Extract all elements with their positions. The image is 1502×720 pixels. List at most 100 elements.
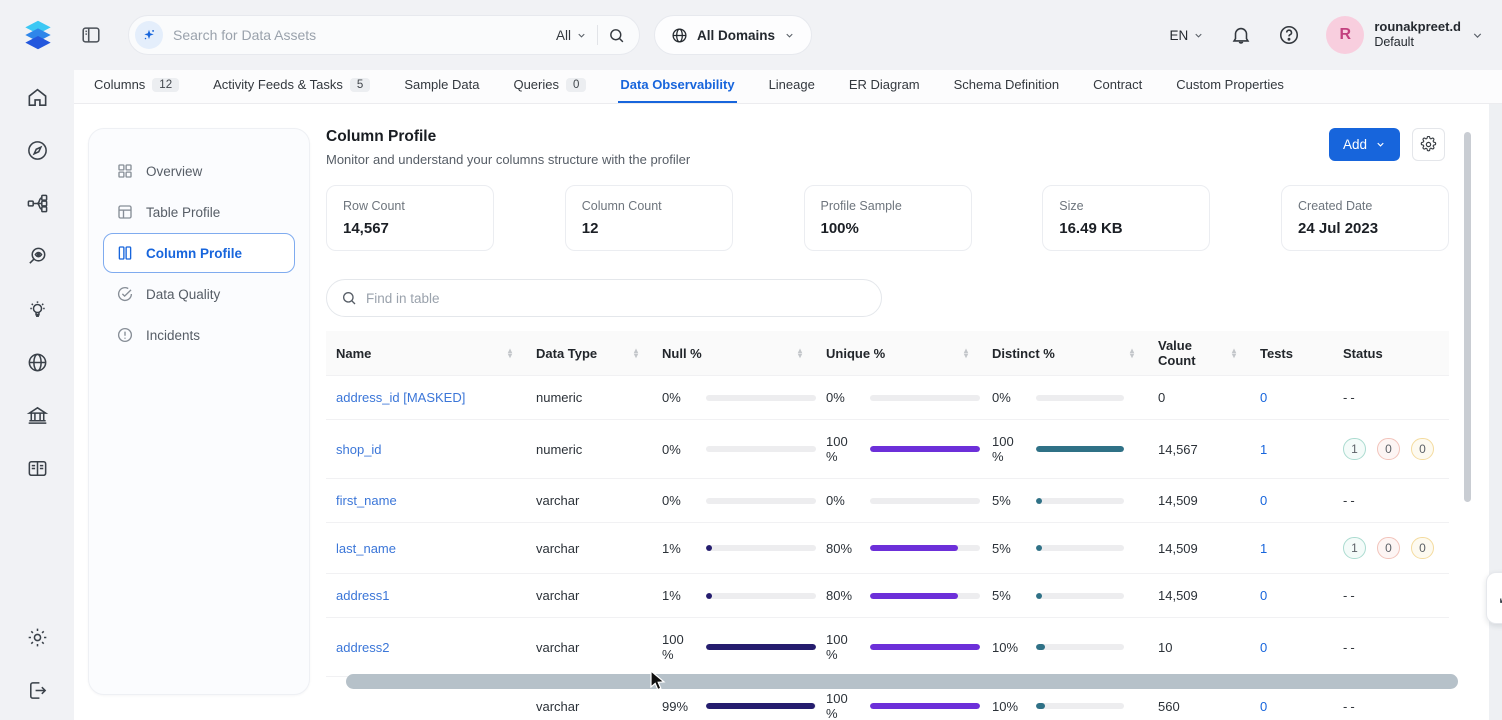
sort-icon[interactable]: ▴▾ [634, 348, 638, 358]
sort-icon[interactable]: ▴▾ [1232, 348, 1236, 358]
help-icon[interactable] [1278, 24, 1300, 46]
governance-bank-icon[interactable] [26, 404, 49, 427]
column-header-label: Unique % [826, 346, 885, 361]
column-header-distinct[interactable]: Distinct %▴▾ [982, 331, 1148, 376]
tests-link[interactable]: 0 [1260, 493, 1267, 508]
distinct-percent-value: 5% [992, 588, 1026, 603]
column-name-link[interactable]: last_name [336, 541, 396, 556]
column-header-data-type[interactable]: Data Type▴▾ [526, 331, 652, 376]
tests-link[interactable]: 0 [1260, 640, 1267, 655]
data-type-value: varchar [536, 588, 579, 603]
vertical-scrollbar[interactable] [1464, 132, 1471, 502]
value-count: 14,509 [1158, 493, 1198, 508]
global-search-bar[interactable]: Search for Data Assets All [128, 15, 640, 55]
search-scope-dropdown[interactable]: All [556, 28, 587, 43]
tab-contract[interactable]: Contract [1091, 71, 1144, 103]
app-page: Search for Data Assets All All Domains E… [0, 0, 1502, 720]
sort-icon[interactable]: ▴▾ [964, 348, 968, 358]
search-input[interactable]: Search for Data Assets [173, 27, 546, 43]
discovery-search-eye-icon[interactable] [26, 245, 49, 268]
column-header-null[interactable]: Null % ▴▾ [652, 331, 816, 376]
table-row[interactable]: first_name varchar 0% 0% 5% 14,509 0 -- [326, 479, 1449, 523]
tests-link[interactable]: 1 [1260, 541, 1267, 556]
domains-globe-icon[interactable] [26, 351, 49, 374]
sort-icon[interactable]: ▴▾ [798, 348, 802, 358]
table-row[interactable]: last_name varchar 1% 80% 5% 14,509 1 100 [326, 523, 1449, 574]
tests-link[interactable]: 1 [1260, 442, 1267, 457]
table-row[interactable]: address2 varchar 100 % 100 % 10% 10 0 -- [326, 618, 1449, 677]
expand-icon [1497, 591, 1502, 606]
tab-data-observability[interactable]: Data Observability [618, 71, 736, 103]
tab-sample-data[interactable]: Sample Data [402, 71, 481, 103]
sidebar-item-incidents[interactable]: Incidents [103, 315, 295, 355]
page-subtitle: Monitor and understand your columns stru… [326, 152, 1449, 167]
avatar[interactable]: R [1326, 16, 1364, 54]
tab-activity-feeds-tasks[interactable]: Activity Feeds & Tasks 5 [211, 71, 372, 103]
unique-percent-bar [870, 395, 980, 401]
logout-icon[interactable] [26, 679, 49, 702]
column-name-link[interactable]: shop_id [336, 442, 382, 457]
column-header-label: Value Count [1158, 338, 1232, 368]
null-percent-value: 0% [662, 493, 696, 508]
sidebar-toggle-icon[interactable] [80, 24, 102, 46]
column-header-value-count[interactable]: Value Count▴▾ [1148, 331, 1250, 376]
column-header-label: Tests [1260, 346, 1293, 361]
table-row[interactable]: address1 varchar 1% 80% 5% 14,509 0 -- [326, 574, 1449, 618]
sort-icon[interactable]: ▴▾ [1130, 348, 1134, 358]
tab-lineage[interactable]: Lineage [767, 71, 817, 103]
tab-schema-definition[interactable]: Schema Definition [952, 71, 1062, 103]
column-name-link[interactable]: address1 [336, 588, 389, 603]
explore-compass-icon[interactable] [26, 139, 49, 162]
tab-custom-properties[interactable]: Custom Properties [1174, 71, 1286, 103]
unique-percent-value: 100 % [826, 434, 860, 464]
tests-link[interactable]: 0 [1260, 588, 1267, 603]
column-header-unique[interactable]: Unique % ▴▾ [816, 331, 982, 376]
sidebar-item-column-profile[interactable]: Column Profile [103, 233, 295, 273]
search-icon[interactable] [608, 27, 625, 44]
column-name-link[interactable]: address2 [336, 640, 389, 655]
distinct-percent-bar [1036, 498, 1124, 504]
find-in-table-input[interactable] [366, 291, 867, 306]
data-type-value: varchar [536, 699, 579, 714]
lineage-icon[interactable] [26, 192, 49, 215]
sidebar-item-table-profile[interactable]: Table Profile [103, 192, 295, 232]
horizontal-scrollbar[interactable] [346, 674, 1458, 689]
profiler-settings-button[interactable] [1412, 128, 1445, 161]
add-button[interactable]: Add [1329, 128, 1400, 161]
column-header-label: Null % [662, 346, 702, 361]
null-percent-value: 1% [662, 541, 696, 556]
expand-panel-button[interactable] [1486, 572, 1502, 624]
domains-dropdown[interactable]: All Domains [654, 15, 812, 55]
chevron-down-icon [576, 30, 587, 41]
find-in-table-search[interactable] [326, 279, 882, 317]
column-name-link[interactable]: first_name [336, 493, 397, 508]
language-dropdown[interactable]: EN [1170, 28, 1205, 43]
status-empty: -- [1343, 588, 1358, 603]
table-row[interactable]: shop_id numeric 0% 100 % 100 % 14,567 1 … [326, 420, 1449, 479]
null-percent-bar [706, 545, 816, 551]
ai-sparkle-icon[interactable] [135, 21, 163, 49]
sort-icon[interactable]: ▴▾ [508, 348, 512, 358]
table-row[interactable]: address_id [MASKED] numeric 0% 0% 0% 0 0… [326, 376, 1449, 420]
home-icon[interactable] [26, 86, 49, 109]
settings-gear-icon[interactable] [26, 626, 49, 649]
tab-er-diagram[interactable]: ER Diagram [847, 71, 922, 103]
column-header-name[interactable]: Name▴▾ [326, 331, 526, 376]
tests-link[interactable]: 0 [1260, 699, 1267, 714]
sidebar-item-overview[interactable]: Overview [103, 151, 295, 191]
tab-queries[interactable]: Queries 0 [511, 71, 588, 103]
insights-bulb-icon[interactable] [26, 298, 49, 321]
chevron-down-icon [784, 30, 795, 41]
tests-link[interactable]: 0 [1260, 390, 1267, 405]
status-empty: -- [1343, 390, 1358, 405]
glossary-book-icon[interactable] [26, 457, 49, 480]
stat-label: Row Count [343, 199, 477, 213]
sidebar-item-data-quality[interactable]: Data Quality [103, 274, 295, 314]
column-name-link[interactable]: address_id [MASKED] [336, 390, 465, 405]
distinct-percent-bar [1036, 545, 1124, 551]
notifications-bell-icon[interactable] [1230, 24, 1252, 46]
user-menu[interactable]: R rounakpreet.d Default [1326, 16, 1484, 54]
status-cell: -- [1333, 574, 1449, 618]
app-logo-icon[interactable] [18, 15, 58, 55]
tab-columns[interactable]: Columns 12 [92, 71, 181, 103]
